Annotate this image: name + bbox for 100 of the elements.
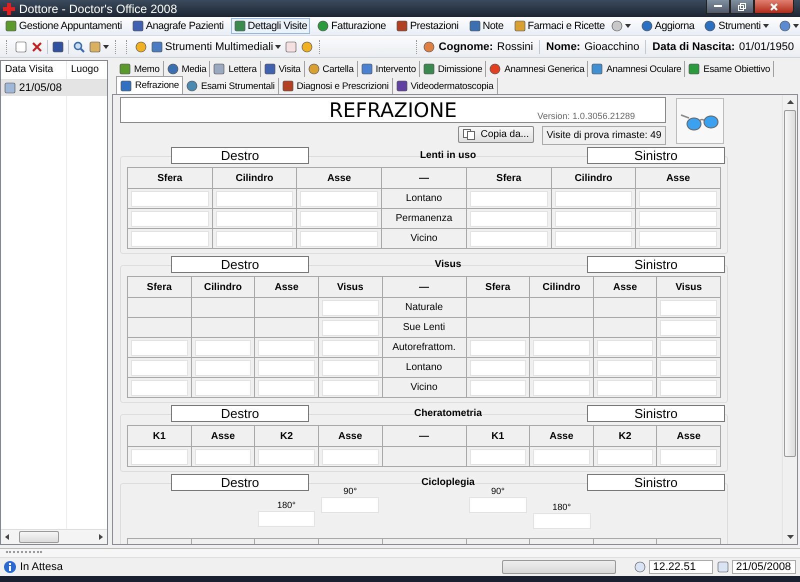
input-field[interactable]: [194, 360, 252, 376]
menu-item[interactable]: Strumenti: [701, 18, 772, 34]
input-field[interactable]: [321, 497, 379, 513]
input-field[interactable]: [322, 340, 378, 356]
input-field[interactable]: [660, 360, 717, 376]
input-field[interactable]: [470, 190, 548, 206]
input-field[interactable]: [194, 340, 252, 356]
input-field[interactable]: [469, 497, 527, 513]
menu-icon: [5, 20, 17, 32]
input-field[interactable]: [258, 360, 315, 376]
caret-icon: [103, 44, 109, 48]
input-field[interactable]: [194, 448, 252, 464]
input-field[interactable]: [470, 230, 548, 246]
input-field[interactable]: [532, 513, 590, 529]
input-field[interactable]: [258, 340, 315, 356]
input-field[interactable]: [639, 230, 717, 246]
input-field[interactable]: [258, 511, 316, 527]
close-button[interactable]: [754, 0, 794, 14]
forward-button[interactable]: [299, 40, 316, 54]
column-header: Sfera: [157, 172, 182, 184]
input-field[interactable]: [322, 320, 378, 336]
input-field[interactable]: [596, 340, 654, 356]
input-field[interactable]: [470, 210, 548, 226]
input-field[interactable]: [596, 360, 654, 376]
multimedia-dropdown[interactable]: Strumenti Multimediali: [149, 40, 284, 54]
menu-item[interactable]: Anagrafe Pazienti: [128, 18, 227, 34]
menu-item[interactable]: Farmaci e Ricette: [510, 18, 608, 34]
input-field[interactable]: [470, 380, 526, 396]
vertical-scrollbar[interactable]: [782, 95, 797, 544]
back-button[interactable]: [133, 40, 149, 54]
input-field[interactable]: [216, 210, 294, 226]
input-field[interactable]: [216, 230, 294, 246]
input-field[interactable]: [660, 300, 717, 316]
input-field[interactable]: [131, 190, 209, 206]
input-field[interactable]: [554, 190, 632, 206]
menu-item[interactable]: Note: [466, 18, 507, 34]
input-field[interactable]: [660, 448, 717, 464]
input-field[interactable]: [131, 210, 209, 226]
input-field[interactable]: [660, 380, 717, 396]
input-field[interactable]: [596, 448, 654, 464]
new-document-button[interactable]: [13, 40, 29, 54]
tab[interactable]: Cartella: [304, 61, 358, 77]
input-field[interactable]: [258, 448, 315, 464]
input-field[interactable]: [554, 230, 632, 246]
copy-button[interactable]: Copia da...: [458, 126, 534, 143]
tab[interactable]: Visita: [260, 61, 305, 77]
splitter-grip[interactable]: [6, 551, 42, 555]
input-field[interactable]: [322, 300, 378, 316]
menu-item[interactable]: Gestione Appuntamenti: [2, 18, 125, 34]
menu-item[interactable]: Dettagli Visite: [230, 18, 310, 34]
input-field[interactable]: [554, 210, 632, 226]
tab[interactable]: Anamnesi Oculare: [588, 61, 686, 77]
input-field[interactable]: [533, 340, 590, 356]
tab[interactable]: Dimissione: [420, 61, 486, 77]
menu-item[interactable]: Aggiorna: [638, 18, 698, 34]
scroll-thumb[interactable]: [784, 110, 796, 457]
input-field[interactable]: [639, 190, 717, 206]
horizontal-scrollbar[interactable]: [1, 529, 107, 544]
column-header: —: [418, 172, 429, 184]
tab[interactable]: Refrazione: [116, 76, 183, 94]
input-field[interactable]: [131, 380, 188, 396]
search-button[interactable]: [71, 40, 87, 54]
tab[interactable]: Intervento: [358, 61, 420, 77]
input-field[interactable]: [596, 380, 654, 396]
input-field[interactable]: [533, 380, 590, 396]
menu-item[interactable]: Fatturazione: [314, 18, 389, 34]
tab[interactable]: Anamnesi Generica: [486, 61, 588, 77]
input-field[interactable]: [533, 360, 590, 376]
input-field[interactable]: [322, 360, 378, 376]
input-field[interactable]: [322, 448, 378, 464]
input-field[interactable]: [470, 340, 526, 356]
column-header: K1: [152, 430, 166, 442]
input-field[interactable]: [639, 210, 717, 226]
export-button[interactable]: [283, 40, 300, 54]
tab[interactable]: Lettera: [210, 61, 261, 77]
input-field[interactable]: [660, 320, 717, 336]
input-field[interactable]: [660, 340, 717, 356]
input-field[interactable]: [322, 380, 378, 396]
scroll-thumb[interactable]: [19, 531, 59, 543]
restore-button[interactable]: [730, 0, 754, 14]
clipboard-button[interactable]: [87, 40, 111, 54]
column-header: Asse: [210, 430, 235, 442]
input-field[interactable]: [300, 210, 378, 226]
minimize-button[interactable]: [706, 0, 730, 14]
input-field[interactable]: [258, 380, 315, 396]
input-field[interactable]: [194, 380, 252, 396]
input-field[interactable]: [300, 190, 378, 206]
save-button[interactable]: [50, 40, 66, 54]
tab[interactable]: Esame Obiettivo: [685, 61, 774, 77]
input-field[interactable]: [533, 448, 590, 464]
input-field[interactable]: [300, 230, 378, 246]
input-field[interactable]: [216, 190, 294, 206]
input-field[interactable]: [131, 230, 209, 246]
input-field[interactable]: [131, 448, 188, 464]
menu-item[interactable]: Prestazioni: [392, 18, 462, 34]
input-field[interactable]: [131, 360, 188, 376]
visit-row[interactable]: 21/05/08: [1, 80, 107, 96]
input-field[interactable]: [470, 360, 526, 376]
input-field[interactable]: [470, 448, 526, 464]
input-field[interactable]: [131, 340, 188, 356]
